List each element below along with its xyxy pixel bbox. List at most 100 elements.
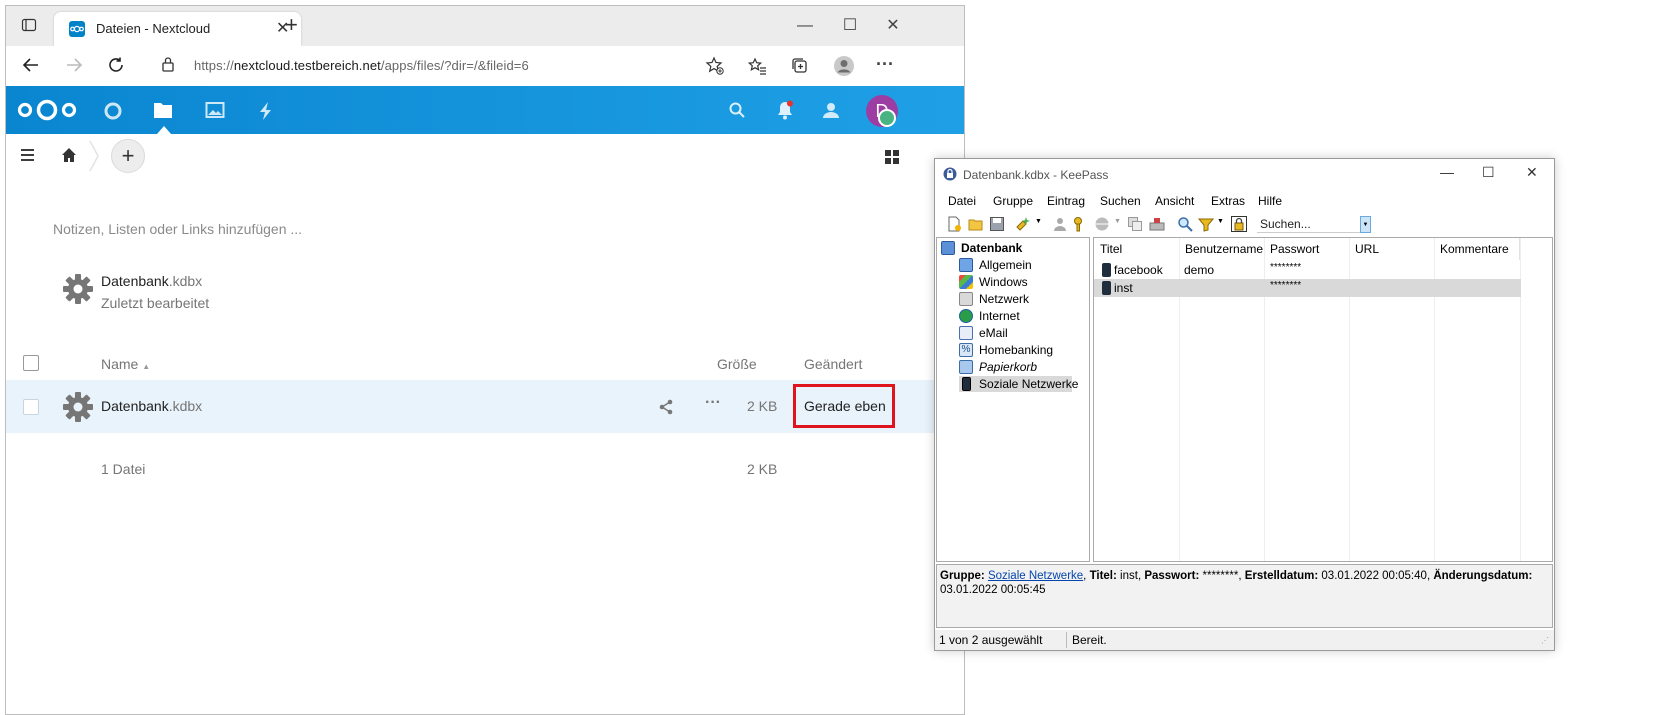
folder-open-icon (941, 241, 955, 255)
total-size-summary: 2 KB (747, 461, 778, 477)
share-icon[interactable] (658, 399, 674, 420)
save-icon[interactable] (989, 216, 1005, 232)
new-tab-icon[interactable]: + (285, 14, 298, 36)
home-icon[interactable] (61, 147, 77, 168)
notes-input[interactable]: Notizen, Listen oder Links hinzufügen ..… (53, 221, 302, 237)
breadcrumb-separator (88, 140, 100, 177)
favorites-icon[interactable] (747, 56, 768, 82)
reload-icon[interactable] (107, 56, 125, 80)
column-header-size[interactable]: Größe (717, 356, 757, 372)
browser-window: Dateien - Nextcloud ✕ + — ☐ ✕ https://ne… (5, 5, 965, 715)
contacts-icon[interactable] (821, 100, 843, 122)
dropdown-arrow-icon[interactable]: ▼ (1035, 218, 1042, 225)
kp-minimize-icon[interactable]: — (1440, 164, 1454, 180)
recent-file-name[interactable]: Datenbank.kdbx (101, 273, 202, 289)
menu-toggle-icon[interactable] (20, 148, 36, 167)
new-file-button[interactable]: + (111, 139, 145, 173)
active-app-indicator (157, 126, 171, 134)
copy-username-icon[interactable] (1052, 216, 1068, 232)
column-header-name[interactable]: Name ▲ (101, 356, 150, 372)
column-header-benutzername[interactable]: Benutzername (1179, 238, 1265, 260)
resize-grip-icon[interactable]: ⋰ (1541, 636, 1549, 645)
column-header-passwort[interactable]: Passwort (1264, 238, 1350, 260)
photos-icon[interactable] (205, 101, 227, 123)
email-icon (959, 326, 973, 340)
file-modified: Gerade eben (804, 398, 886, 414)
forward-icon[interactable] (65, 56, 83, 80)
more-menu-icon[interactable]: ··· (876, 54, 894, 74)
row-checkbox[interactable] (23, 399, 39, 415)
files-app: + Notizen, Listen oder Links hinzufügen … (6, 134, 964, 714)
copy-entry-icon[interactable] (1127, 216, 1143, 232)
kp-maximize-icon[interactable]: ☐ (1482, 164, 1495, 181)
column-header-titel[interactable]: Titel (1094, 238, 1180, 260)
menu-hilfe[interactable]: Hilfe (1258, 194, 1282, 208)
back-icon[interactable] (22, 56, 40, 80)
nextcloud-logo-icon[interactable] (16, 98, 78, 122)
kp-close-icon[interactable]: ✕ (1526, 164, 1538, 181)
tree-item-soziale-netzwerke[interactable]: Soziale Netzwerke (959, 376, 1078, 392)
recent-file-subtitle: Zuletzt bearbeitet (101, 295, 210, 311)
file-name[interactable]: Datenbank.kdbx (101, 398, 202, 414)
entry-list: Titel Benutzername Passwort URL Kommenta… (1093, 237, 1553, 562)
menu-ansicht[interactable]: Ansicht (1155, 194, 1194, 208)
group-tree: Datenbank Allgemein Windows Netzwerk Int… (936, 237, 1090, 562)
info-group-link[interactable]: Soziale Netzwerke (988, 570, 1083, 582)
column-header-kommentare[interactable]: Kommentare (1434, 238, 1520, 260)
tab-actions-icon[interactable] (20, 17, 38, 35)
quick-search-input[interactable]: Suchen... (1257, 215, 1367, 233)
menu-suchen[interactable]: Suchen (1100, 194, 1141, 208)
select-all-checkbox[interactable] (23, 355, 39, 371)
phone-icon (962, 377, 971, 391)
gear-icon (62, 273, 94, 310)
menu-gruppe[interactable]: Gruppe (993, 194, 1033, 208)
network-icon (959, 292, 973, 306)
globe-icon (959, 309, 973, 323)
open-database-icon[interactable] (968, 216, 984, 232)
menu-datei[interactable]: Datei (948, 194, 976, 208)
address-bar-row: https://nextcloud.testbereich.net/apps/f… (6, 46, 964, 86)
browser-tab[interactable]: Dateien - Nextcloud ✕ (54, 12, 301, 46)
profile-icon[interactable] (833, 55, 855, 83)
column-header-url[interactable]: URL (1349, 238, 1435, 260)
lock-workspace-icon[interactable] (1231, 216, 1247, 232)
collections-icon[interactable] (790, 56, 810, 82)
menu-eintrag[interactable]: Eintrag (1047, 194, 1085, 208)
minimize-icon[interactable]: — (795, 16, 815, 36)
menu-extras[interactable]: Extras (1211, 194, 1245, 208)
close-window-icon[interactable]: ✕ (883, 16, 903, 36)
add-favorite-icon[interactable] (705, 56, 725, 82)
dropdown-arrow-icon[interactable]: ▼ (1114, 218, 1121, 225)
files-icon[interactable] (153, 101, 175, 123)
lock-icon[interactable] (161, 56, 175, 78)
add-entry-icon[interactable] (1015, 216, 1031, 232)
grid-view-icon[interactable] (885, 150, 899, 169)
dashboard-icon[interactable] (103, 101, 125, 123)
notifications-icon[interactable] (775, 100, 797, 122)
url-field[interactable]: https://nextcloud.testbereich.net/apps/f… (151, 51, 776, 81)
entry-row-inst[interactable]: inst ******** (1094, 279, 1521, 297)
entry-title: inst (1114, 281, 1133, 295)
column-header-modified[interactable]: Geändert (804, 356, 862, 372)
activity-icon[interactable] (258, 101, 280, 123)
info-title-label: Titel: (1089, 570, 1117, 582)
percent-icon: % (959, 343, 973, 357)
table-row[interactable]: Datenbank.kdbx ··· 2 KB Gerade eben (6, 380, 964, 433)
info-modified-value: 03.01.2022 00:05:45 (940, 584, 1046, 596)
more-actions-icon[interactable]: ··· (705, 394, 721, 412)
new-database-icon[interactable] (946, 216, 962, 232)
filter-icon[interactable] (1197, 216, 1215, 232)
search-icon[interactable] (728, 101, 750, 123)
open-url-icon[interactable] (1094, 216, 1110, 232)
autotype-icon[interactable] (1149, 216, 1165, 232)
maximize-icon[interactable]: ☐ (840, 16, 860, 36)
copy-password-icon[interactable] (1072, 216, 1088, 232)
keepass-window: Datenbank.kdbx - KeePass — ☐ ✕ Datei Gru… (934, 158, 1555, 651)
tab-strip: Dateien - Nextcloud ✕ + — ☐ ✕ (6, 6, 964, 46)
entry-row-facebook[interactable]: facebook demo ******** (1094, 261, 1521, 279)
phone-icon (1102, 281, 1111, 295)
entry-details-panel: Gruppe: Soziale Netzwerke, Titel: inst, … (936, 564, 1553, 628)
search-dropdown-icon[interactable]: ▼ (1360, 216, 1371, 233)
find-icon[interactable] (1177, 216, 1193, 232)
dropdown-arrow-icon[interactable]: ▼ (1217, 218, 1224, 225)
